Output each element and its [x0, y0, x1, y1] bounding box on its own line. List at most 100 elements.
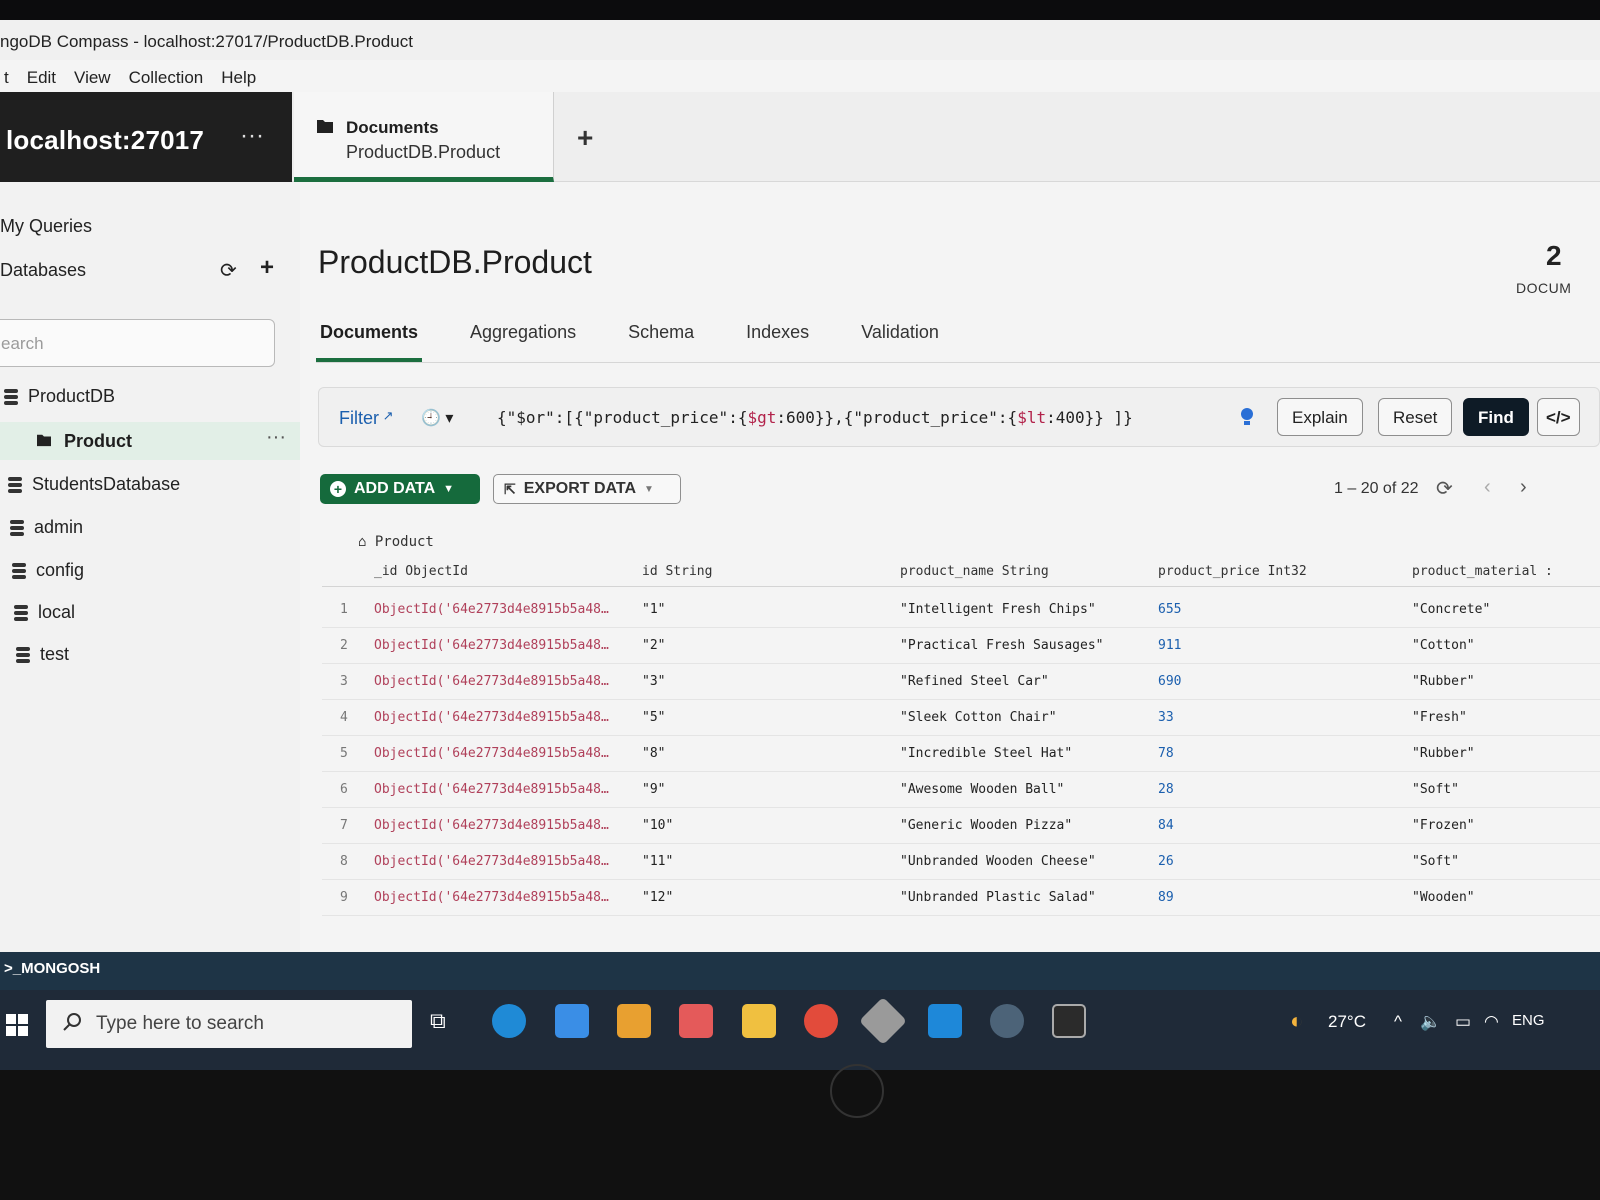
file-explorer-icon[interactable] [742, 1004, 776, 1038]
cell-id[interactable]: "8" [642, 746, 665, 761]
cell-price[interactable]: 655 [1158, 602, 1181, 617]
terminal-icon[interactable] [1052, 1004, 1086, 1038]
cell-material[interactable]: "Wooden" [1412, 890, 1475, 905]
cell-price[interactable]: 33 [1158, 710, 1174, 725]
subtab-indexes[interactable]: Indexes [742, 322, 813, 362]
add-database-icon[interactable]: + [260, 254, 274, 282]
cell-oid[interactable]: ObjectId('64e2773d4e8915b5a48… [374, 674, 609, 689]
vscode-icon[interactable] [928, 1004, 962, 1038]
table-row[interactable]: 8 ObjectId('64e2773d4e8915b5a48… "11" "Unbr… [322, 844, 1600, 880]
git-icon[interactable] [858, 996, 908, 1046]
windows-start-icon[interactable] [6, 1014, 28, 1041]
cell-material[interactable]: "Cotton" [1412, 638, 1475, 653]
prev-page-icon[interactable]: ‹ [1484, 476, 1491, 499]
battery-icon[interactable]: ▭ [1455, 1012, 1471, 1032]
cell-oid[interactable]: ObjectId('64e2773d4e8915b5a48… [374, 818, 609, 833]
tab-documents[interactable]: Documents ProductDB.Product [294, 92, 554, 182]
task-view-icon[interactable]: ⧉ [430, 1004, 464, 1038]
cell-price[interactable]: 911 [1158, 638, 1181, 653]
query-history-icon[interactable]: 🕘 ▾ [421, 408, 453, 428]
cell-oid[interactable]: ObjectId('64e2773d4e8915b5a48… [374, 854, 609, 869]
cell-name[interactable]: "Practical Fresh Sausages" [900, 638, 1104, 653]
table-row[interactable]: 7 ObjectId('64e2773d4e8915b5a48… "10" "Gene… [322, 808, 1600, 844]
cell-oid[interactable]: ObjectId('64e2773d4e8915b5a48… [374, 710, 609, 725]
export-data-button[interactable]: ⇱ EXPORT DATA ▼ [493, 474, 681, 504]
cell-id[interactable]: "11" [642, 854, 673, 869]
sidebar-databases-header[interactable]: Databases [0, 260, 86, 281]
cell-name[interactable]: "Refined Steel Car" [900, 674, 1049, 689]
sidebar-db-productdb[interactable]: ProductDB [4, 386, 115, 407]
cell-name[interactable]: "Unbranded Wooden Cheese" [900, 854, 1096, 869]
subtab-documents[interactable]: Documents [316, 322, 423, 362]
cell-id[interactable]: "12" [642, 890, 673, 905]
chrome-icon[interactable] [804, 1004, 838, 1038]
subtab-validation[interactable]: Validation [857, 322, 943, 362]
table-row[interactable]: 4 ObjectId('64e2773d4e8915b5a48… "5" "Sleek… [322, 700, 1600, 736]
language-indicator[interactable]: ENG [1512, 1012, 1545, 1029]
connection-more-button[interactable]: ··· [240, 122, 264, 150]
sidebar-my-queries[interactable]: My Queries [0, 216, 92, 237]
cell-name[interactable]: "Unbranded Plastic Salad" [900, 890, 1096, 905]
filter-label[interactable]: Filter ↗ [339, 408, 394, 429]
column-header[interactable]: product_name String [900, 564, 1049, 579]
cell-material[interactable]: "Concrete" [1412, 602, 1490, 617]
table-row[interactable]: 9 ObjectId('64e2773d4e8915b5a48… "12" "Unbr… [322, 880, 1600, 916]
refresh-icon[interactable]: ⟳ [220, 258, 237, 283]
table-row[interactable]: 2 ObjectId('64e2773d4e8915b5a48… "2" "Pract… [322, 628, 1600, 664]
cell-id[interactable]: "5" [642, 710, 665, 725]
column-header[interactable]: product_price Int32 [1158, 564, 1307, 579]
weather-temp[interactable]: 27°C [1328, 1012, 1366, 1032]
subtab-schema[interactable]: Schema [624, 322, 698, 362]
column-header[interactable]: _id ObjectId [374, 564, 468, 579]
cell-price[interactable]: 690 [1158, 674, 1181, 689]
code-icon[interactable]: </> [1537, 398, 1580, 436]
add-data-button[interactable]: + ADD DATA ▼ [320, 474, 480, 504]
cell-material[interactable]: "Rubber" [1412, 746, 1475, 761]
mongosh-bar[interactable]: >_MONGOSH [0, 952, 1600, 992]
cell-name[interactable]: "Awesome Wooden Ball" [900, 782, 1064, 797]
store-icon[interactable] [617, 1004, 651, 1038]
cell-id[interactable]: "10" [642, 818, 673, 833]
sidebar-db-config[interactable]: config [12, 560, 84, 581]
taskbar-search-input[interactable]: Type here to search [46, 1000, 412, 1048]
cell-id[interactable]: "1" [642, 602, 665, 617]
cell-name[interactable]: "Sleek Cotton Chair" [900, 710, 1057, 725]
lightbulb-icon[interactable] [1239, 406, 1255, 428]
cell-oid[interactable]: ObjectId('64e2773d4e8915b5a48… [374, 782, 609, 797]
app-icon[interactable] [679, 1004, 713, 1038]
cell-material[interactable]: "Soft" [1412, 854, 1459, 869]
sidebar-db-local[interactable]: local [14, 602, 75, 623]
collection-more-button[interactable]: ··· [266, 426, 286, 449]
tray-chevron-icon[interactable]: ^ [1394, 1012, 1402, 1032]
cell-oid[interactable]: ObjectId('64e2773d4e8915b5a48… [374, 638, 609, 653]
cell-name[interactable]: "Generic Wooden Pizza" [900, 818, 1072, 833]
cell-price[interactable]: 28 [1158, 782, 1174, 797]
sidebar-search-input[interactable]: earch [0, 319, 275, 367]
cell-material[interactable]: "Soft" [1412, 782, 1459, 797]
mail-icon[interactable] [555, 1004, 589, 1038]
subtab-aggregations[interactable]: Aggregations [466, 322, 580, 362]
cell-material[interactable]: "Rubber" [1412, 674, 1475, 689]
cell-material[interactable]: "Fresh" [1412, 710, 1467, 725]
edge-icon[interactable] [492, 1004, 526, 1038]
cell-price[interactable]: 26 [1158, 854, 1174, 869]
table-row[interactable]: 1 ObjectId('64e2773d4e8915b5a48… "1" "Intel… [322, 592, 1600, 628]
cell-id[interactable]: "3" [642, 674, 665, 689]
filter-query-input[interactable]: {"$or":[{"product_price":{$gt:600}},{"pr… [497, 408, 1133, 427]
cell-oid[interactable]: ObjectId('64e2773d4e8915b5a48… [374, 602, 609, 617]
sidebar-db-test[interactable]: test [16, 644, 69, 665]
sidebar-collection-product[interactable]: Product ··· [0, 422, 300, 460]
compass-icon[interactable] [990, 1004, 1024, 1038]
wifi-icon[interactable]: ◠ [1484, 1012, 1499, 1032]
cell-price[interactable]: 78 [1158, 746, 1174, 761]
new-tab-button[interactable]: + [577, 122, 593, 154]
connection-header[interactable]: localhost:27017 ··· [0, 92, 292, 182]
volume-icon[interactable]: 🔈 [1420, 1012, 1441, 1032]
cell-name[interactable]: "Intelligent Fresh Chips" [900, 602, 1096, 617]
sidebar-db-studentsdatabase[interactable]: StudentsDatabase [8, 474, 180, 495]
reset-button[interactable]: Reset [1378, 398, 1453, 436]
column-header[interactable]: product_material : [1412, 564, 1553, 579]
sidebar-db-admin[interactable]: admin [10, 517, 83, 538]
table-row[interactable]: 5 ObjectId('64e2773d4e8915b5a48… "8" "Incre… [322, 736, 1600, 772]
cell-material[interactable]: "Frozen" [1412, 818, 1475, 833]
